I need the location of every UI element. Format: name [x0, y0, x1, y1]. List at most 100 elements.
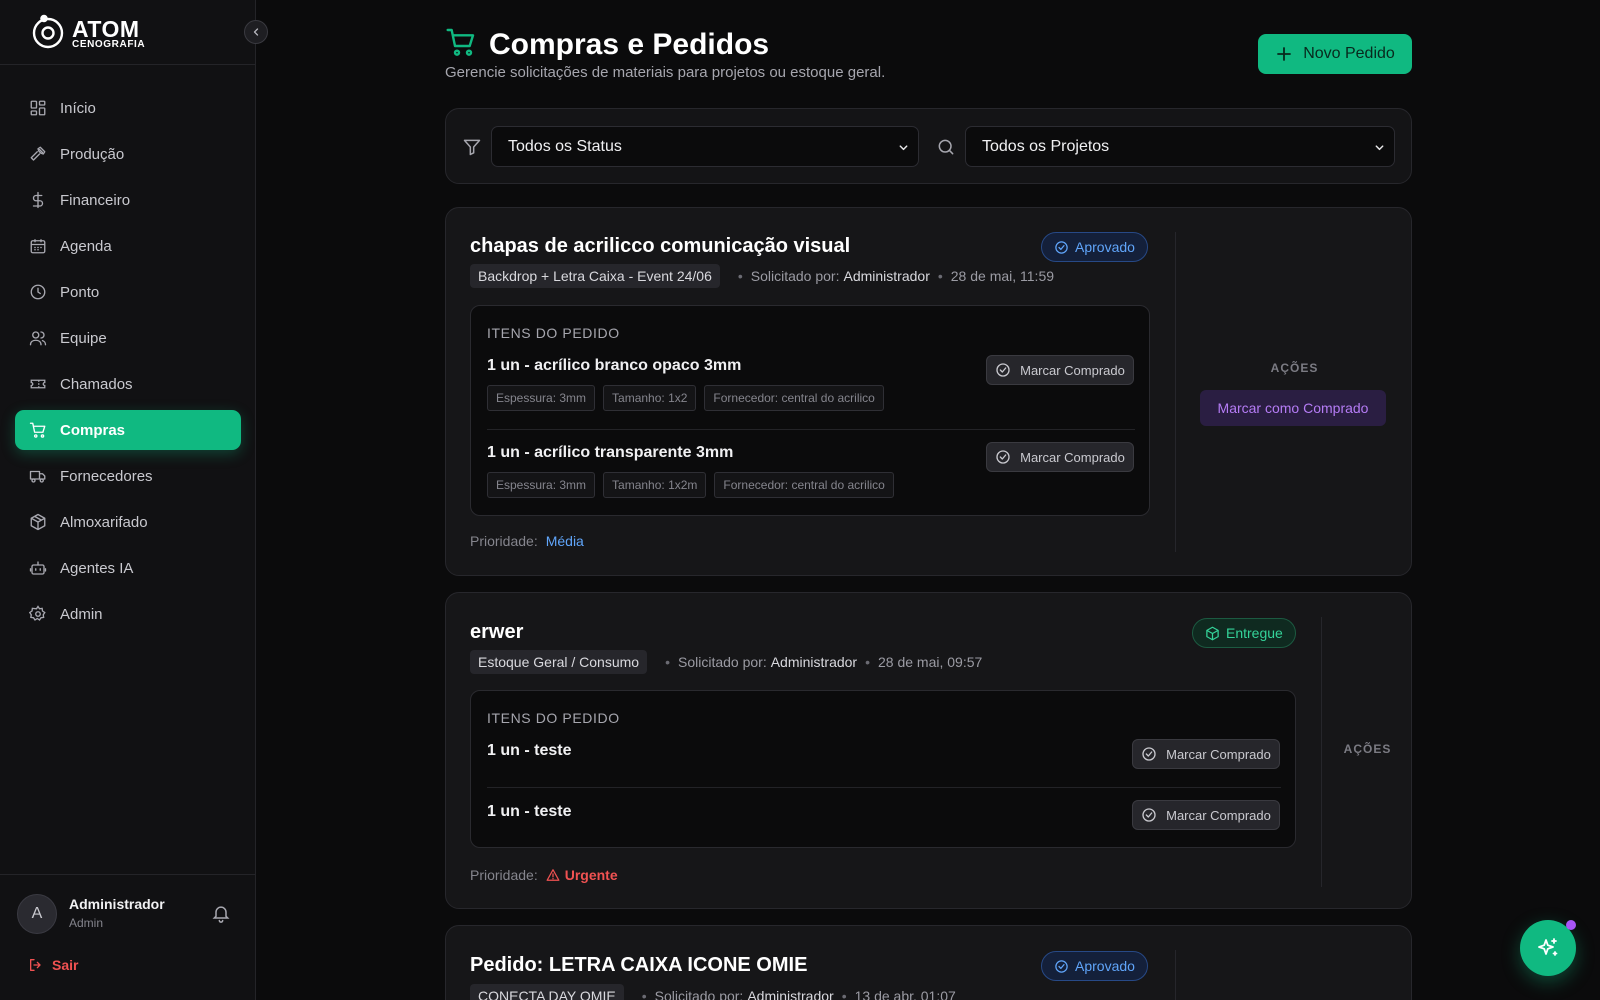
meta-separator: • [641, 988, 647, 1000]
atom-logo-icon [32, 14, 64, 49]
dollar-icon [32, 191, 44, 209]
list-item: 1 un - teste [487, 803, 571, 821]
sidebar-item-label: Início [60, 99, 96, 117]
item-name: 1 un - acrílico branco opaco 3mm [487, 357, 742, 374]
project-filter-select[interactable]: Todos os Projetos [965, 126, 1395, 167]
sidebar-item-label: Compras [60, 421, 126, 439]
sidebar-item-fornecedores[interactable]: Fornecedores [15, 456, 241, 496]
mark-bought-label: Marcar Comprado [1166, 807, 1271, 823]
project-tag[interactable]: Backdrop + Letra Caixa - Event 24/06 [470, 264, 720, 288]
status-badge-label: Aprovado [1075, 958, 1135, 974]
sidebar-item-label: Agenda [60, 237, 112, 255]
avatar[interactable]: A [17, 894, 57, 934]
users-icon [29, 331, 47, 346]
sidebar-item-chamados[interactable]: Chamados [15, 364, 241, 404]
mark-bought-button[interactable]: Marcar Comprado [1132, 739, 1280, 769]
logout-label: Sair [52, 957, 79, 973]
mark-bought-button[interactable]: Marcar Comprado [1132, 800, 1280, 830]
truck-icon [29, 470, 46, 483]
sidebar-item-financeiro[interactable]: Financeiro [15, 180, 241, 220]
actions-divider [1175, 950, 1176, 1000]
status-badge: Aprovado [1041, 951, 1148, 981]
package-icon [1206, 626, 1219, 640]
filter-icon [463, 139, 481, 156]
sparkles-icon [1538, 938, 1558, 956]
mark-bought-button[interactable]: Marcar Comprado [986, 355, 1134, 385]
sidebar-item-label: Produção [60, 145, 125, 163]
sidebar-item-label: Agentes IA [60, 559, 134, 577]
list-item: 1 un - acrílico transparente 3mm Espessu… [487, 444, 902, 498]
item-tag: Tamanho: 1x2m [603, 472, 707, 498]
collapse-sidebar-button[interactable] [244, 20, 268, 44]
sidebar-item-label: Admin [60, 605, 103, 623]
meta-separator: • [737, 268, 743, 284]
requested-by-label: Solicitado por: [654, 988, 744, 1000]
order-meta: Estoque Geral / Consumo • Solicitado por… [470, 650, 982, 674]
sidebar-item-label: Ponto [60, 283, 100, 301]
user-name: Administrador [69, 896, 165, 912]
new-order-button[interactable]: Novo Pedido [1258, 34, 1412, 74]
item-divider [487, 787, 1281, 788]
sidebar-item-producao[interactable]: Produção [15, 134, 241, 174]
item-tag: Tamanho: 1x2 [603, 385, 697, 411]
sidebar-item-ponto[interactable]: Ponto [15, 272, 241, 312]
dashboard-icon [30, 100, 46, 116]
sidebar-nav: Início Produção Financeiro Agenda Ponto … [15, 88, 241, 640]
actions-header: AÇÕES [1343, 742, 1392, 756]
item-name: 1 un - teste [487, 742, 572, 759]
sidebar-item-almoxarifado[interactable]: Almoxarifado [15, 502, 241, 542]
logout-button[interactable]: Sair [28, 957, 78, 973]
requested-by-label: Solicitado por: [750, 268, 840, 284]
ticket-icon [30, 379, 46, 389]
check-circle-icon [996, 450, 1010, 464]
priority-row: Prioridade: Média [470, 533, 584, 549]
sidebar-item-admin[interactable]: Admin [15, 594, 241, 634]
item-tag: Espessura: 3mm [487, 472, 596, 498]
status-badge-label: Entregue [1226, 625, 1283, 641]
check-circle-icon [996, 363, 1010, 377]
actions-header: AÇÕES [1270, 361, 1319, 375]
sidebar-item-label: Fornecedores [60, 467, 153, 485]
meta-separator: • [665, 654, 670, 670]
check-circle-icon [1142, 747, 1156, 761]
item-tags: Espessura: 3mm Tamanho: 1x2 Fornecedor: … [487, 385, 892, 411]
order-items: ITENS DO PEDIDO 1 un - teste Marcar Comp… [470, 690, 1296, 848]
sidebar: ATOM CENOGRAFIA Início Produção Financei… [0, 0, 268, 1000]
alert-triangle-icon [546, 869, 560, 881]
sidebar-item-compras[interactable]: Compras [15, 410, 241, 450]
meta-separator: • [865, 654, 870, 670]
sidebar-item-label: Chamados [60, 375, 133, 393]
chevron-down-icon [1375, 145, 1384, 151]
priority-label: Prioridade: [470, 867, 538, 883]
user-role: Admin [69, 916, 104, 930]
project-tag[interactable]: CONECTA DAY OMIE [470, 984, 624, 1000]
sidebar-item-equipe[interactable]: Equipe [15, 318, 241, 358]
project-tag[interactable]: Estoque Geral / Consumo [470, 650, 648, 674]
user-panel: A Administrador Admin Sair [0, 874, 256, 1000]
sidebar-item-agenda[interactable]: Agenda [15, 226, 241, 266]
page-subtitle: Gerencie solicitações de materiais para … [445, 64, 886, 81]
mark-as-bought-button[interactable]: Marcar como Comprado [1200, 390, 1386, 426]
sidebar-item-inicio[interactable]: Início [15, 88, 241, 128]
order-title: erwer [470, 621, 524, 643]
package-icon [30, 513, 46, 531]
requester-name: Administrador [770, 654, 858, 670]
priority-row: Prioridade: Urgente [470, 867, 618, 883]
logout-icon [30, 959, 41, 971]
page-title: Compras e Pedidos [489, 28, 770, 61]
bell-icon[interactable] [211, 903, 231, 923]
status-filter-select[interactable]: Todos os Status [491, 126, 919, 167]
status-filter-value: Todos os Status [508, 137, 622, 155]
items-header: ITENS DO PEDIDO [487, 710, 620, 726]
status-badge: Entregue [1192, 618, 1296, 648]
item-tag: Fornecedor: central do acrilico [714, 472, 894, 498]
sidebar-item-agentes-ia[interactable]: Agentes IA [15, 548, 241, 588]
meta-separator: • [841, 988, 847, 1000]
item-divider [487, 429, 1135, 430]
list-item: 1 un - acrílico branco opaco 3mm Espessu… [487, 357, 892, 411]
clock-icon [30, 284, 46, 300]
mark-bought-button[interactable]: Marcar Comprado [986, 442, 1134, 472]
actions-divider [1175, 232, 1176, 552]
order-meta: CONECTA DAY OMIE • Solicitado por: Admin… [470, 984, 956, 1000]
sidebar-item-label: Equipe [60, 329, 107, 347]
